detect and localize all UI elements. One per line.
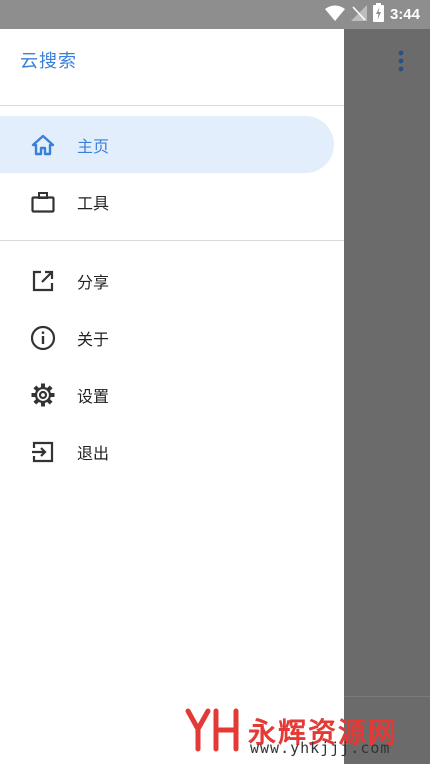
nav-item-share[interactable]: 分享 bbox=[0, 252, 334, 309]
nav-item-label: 主页 bbox=[77, 136, 110, 156]
drawer-header-divider bbox=[0, 105, 344, 106]
nav-item-settings[interactable]: 设置 bbox=[0, 366, 334, 423]
watermark-url: www.yhkjjj.com bbox=[250, 739, 391, 757]
navigation-drawer: 云搜索 主页 工具 分享 关于 设置 退出 bbox=[0, 29, 344, 764]
overflow-menu-button[interactable] bbox=[386, 50, 416, 76]
bottom-divider bbox=[344, 696, 430, 697]
briefcase-icon bbox=[29, 188, 57, 216]
nav-item-label: 退出 bbox=[77, 443, 110, 463]
info-icon bbox=[29, 324, 57, 352]
nav-item-home[interactable]: 主页 bbox=[0, 116, 334, 173]
share-icon bbox=[29, 267, 57, 295]
exit-icon bbox=[29, 438, 57, 466]
watermark-logo-icon bbox=[184, 705, 240, 761]
drawer-title: 云搜索 bbox=[20, 51, 77, 72]
watermark: 永辉资源网 www.yhkjjj.com bbox=[184, 705, 424, 761]
no-signal-icon bbox=[350, 4, 367, 25]
gear-icon bbox=[29, 381, 57, 409]
more-vert-icon bbox=[398, 50, 404, 76]
nav-item-label: 工具 bbox=[77, 193, 110, 213]
nav-item-label: 设置 bbox=[77, 386, 110, 406]
status-time: 3:44 bbox=[389, 6, 420, 23]
drawer-section-divider bbox=[0, 240, 344, 241]
nav-item-exit[interactable]: 退出 bbox=[0, 423, 334, 480]
wifi-icon bbox=[324, 5, 345, 25]
nav-item-label: 分享 bbox=[77, 272, 110, 292]
nav-item-label: 关于 bbox=[77, 329, 110, 349]
battery-charging-icon bbox=[372, 3, 384, 26]
status-bar: 3:44 bbox=[0, 0, 430, 29]
nav-item-tools[interactable]: 工具 bbox=[0, 173, 334, 230]
nav-item-about[interactable]: 关于 bbox=[0, 309, 334, 366]
home-icon bbox=[29, 131, 57, 159]
